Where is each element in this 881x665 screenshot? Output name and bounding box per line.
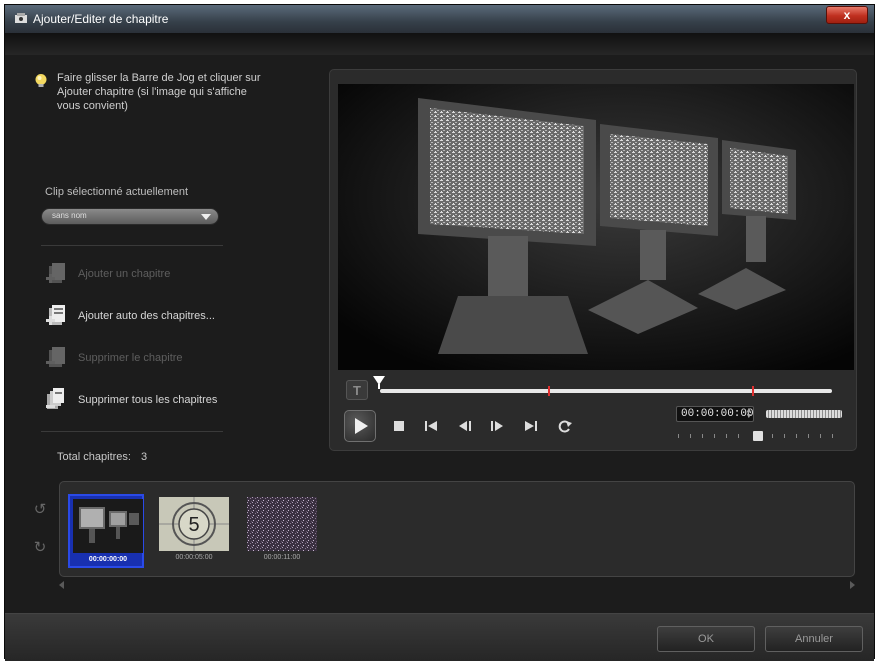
title-text-button[interactable]: T [346, 380, 368, 400]
clip-select-value: sans nom [52, 211, 87, 220]
chapter-thumbnail[interactable]: 5 00:00:05:00 [156, 494, 232, 568]
timecode-value: 00:00:00:00 [681, 408, 754, 420]
rotate-right-icon[interactable]: ↻ [29, 537, 51, 559]
delete-all-chapters-icon [46, 388, 64, 409]
delete-chapter-button[interactable]: Supprimer le chapitre [41, 343, 271, 373]
add-chapter-button[interactable]: Ajouter un chapitre [41, 259, 271, 289]
cancel-button[interactable]: Annuler [765, 626, 863, 652]
delete-all-chapters-label: Supprimer tous les chapitres [78, 394, 218, 406]
add-chapter-icon [46, 263, 65, 283]
chapter-thumbnail[interactable]: 00:00:00:00 [68, 494, 144, 568]
auto-add-chapters-icon [46, 305, 65, 325]
thumbnail-image: 5 [159, 497, 229, 551]
thumbnail-image [247, 497, 317, 551]
video-frame [338, 84, 854, 370]
jog-playhead[interactable] [372, 375, 386, 389]
skip-end-icon[interactable] [522, 418, 540, 434]
window-title: Ajouter/Editer de chapitre [33, 12, 169, 26]
spinner-icon[interactable]: ▲ ▼ [747, 408, 751, 421]
clip-select[interactable]: sans nom [41, 208, 219, 225]
chapter-marker[interactable] [548, 386, 550, 396]
chevron-down-icon [201, 214, 211, 220]
title-bar: Ajouter/Editer de chapitre x [5, 5, 874, 33]
auto-add-chapters-label: Ajouter auto des chapitres... [78, 310, 215, 322]
auto-add-chapters-button[interactable]: Ajouter auto des chapitres... [41, 301, 271, 331]
close-button[interactable]: x [826, 6, 868, 24]
rotate-left-icon[interactable]: ↺ [29, 499, 51, 521]
step-forward-icon[interactable] [488, 418, 506, 434]
chapter-thumbnail[interactable]: 00:00:11:00 [244, 494, 320, 568]
total-chapters-label: Total chapitres: [57, 451, 131, 463]
stop-icon[interactable] [390, 418, 408, 434]
scroll-right-icon[interactable] [850, 581, 855, 589]
lightbulb-icon [35, 74, 47, 87]
video-preview [338, 84, 854, 370]
header-strip [5, 33, 874, 55]
add-chapter-label: Ajouter un chapitre [78, 268, 171, 280]
total-chapters-value: 3 [140, 451, 148, 463]
thumbnail-image [73, 499, 143, 553]
delete-all-chapters-button[interactable]: Supprimer tous les chapitres [41, 385, 271, 415]
app-icon [15, 13, 27, 23]
timeline-bar[interactable] [380, 386, 832, 396]
thumbnail-timecode: 00:00:11:00 [263, 554, 301, 561]
ok-button[interactable]: OK [657, 626, 755, 652]
separator [41, 431, 223, 432]
volume-slider[interactable] [766, 410, 842, 418]
separator [41, 245, 223, 246]
preview-panel: T 00:00:00:00 ▲ ▼ [329, 69, 857, 451]
chapter-dialog: Ajouter/Editer de chapitre x Faire gliss… [4, 4, 875, 661]
skip-start-icon[interactable] [422, 418, 440, 434]
timecode-input[interactable]: 00:00:00:00 ▲ ▼ [676, 406, 754, 422]
clip-label: Clip sélectionné actuellement [45, 186, 189, 198]
step-back-icon[interactable] [456, 418, 474, 434]
thumbnail-timecode: 00:00:00:00 [88, 556, 128, 563]
left-panel: Faire glisser la Barre de Jog et cliquer… [5, 55, 325, 475]
scroll-left-icon[interactable] [59, 581, 64, 589]
dialog-footer: OK Annuler [5, 613, 874, 661]
delete-chapter-icon [46, 347, 65, 367]
play-button[interactable] [344, 410, 376, 442]
chapter-marker[interactable] [752, 386, 754, 396]
total-chapters: Total chapitres: 3 [57, 451, 147, 463]
shuttle-slider[interactable] [676, 430, 842, 442]
countdown-number: 5 [188, 514, 199, 536]
delete-chapter-label: Supprimer le chapitre [78, 352, 183, 364]
repeat-icon[interactable] [556, 418, 574, 434]
chapter-thumbnail-strip: 00:00:00:00 5 00:00:05:00 00:00:11:00 [59, 481, 855, 577]
play-icon [355, 418, 368, 434]
tip-text: Faire glisser la Barre de Jog et cliquer… [57, 72, 261, 112]
thumbnail-timecode: 00:00:05:00 [175, 554, 213, 561]
